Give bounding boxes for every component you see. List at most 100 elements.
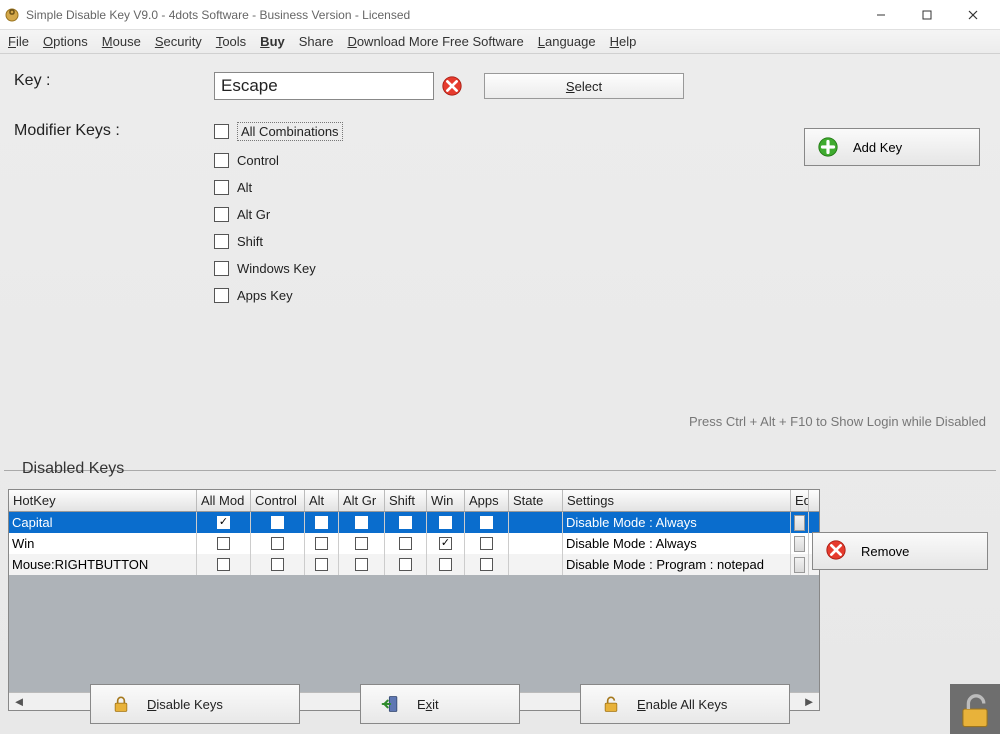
menu-options[interactable]: Options (43, 34, 88, 49)
app-icon (4, 7, 20, 23)
row-checkbox[interactable] (439, 537, 452, 550)
table-cell (509, 512, 563, 533)
table-cell[interactable] (427, 554, 465, 575)
th-win[interactable]: Win (427, 490, 465, 511)
row-checkbox[interactable] (355, 537, 368, 550)
key-input[interactable] (214, 72, 434, 100)
row-checkbox[interactable] (271, 558, 284, 571)
row-checkbox[interactable] (399, 537, 412, 550)
th-allmod[interactable]: All Mod (197, 490, 251, 511)
table-cell[interactable] (251, 512, 305, 533)
th-hotkey[interactable]: HotKey (9, 490, 197, 511)
row-checkbox[interactable] (480, 558, 493, 571)
th-control[interactable]: Control (251, 490, 305, 511)
table-cell[interactable] (305, 512, 339, 533)
table-cell[interactable] (791, 554, 809, 575)
table-cell[interactable] (305, 554, 339, 575)
mod-all-combinations[interactable]: All Combinations (214, 122, 343, 141)
table-cell[interactable] (197, 554, 251, 575)
table-cell[interactable] (385, 554, 427, 575)
mod-alt[interactable]: Alt (214, 180, 343, 195)
row-checkbox[interactable] (315, 558, 328, 571)
table-cell[interactable] (791, 512, 809, 533)
mod-control[interactable]: Control (214, 153, 343, 168)
table-cell[interactable] (251, 554, 305, 575)
table-cell[interactable] (465, 512, 509, 533)
th-altgr[interactable]: Alt Gr (339, 490, 385, 511)
table-cell[interactable] (251, 533, 305, 554)
table-cell[interactable] (339, 533, 385, 554)
table-row[interactable]: WinDisable Mode : Always (9, 533, 819, 554)
th-settings[interactable]: Settings (563, 490, 791, 511)
row-checkbox[interactable] (271, 516, 284, 529)
menu-language[interactable]: Language (538, 34, 596, 49)
th-edit[interactable]: Ed (791, 490, 809, 511)
table-cell (509, 554, 563, 575)
menu-tools[interactable]: Tools (216, 34, 246, 49)
menu-file[interactable]: File (8, 34, 29, 49)
table-cell[interactable] (197, 512, 251, 533)
add-key-button[interactable]: Add Key (804, 128, 980, 166)
menu-mouse[interactable]: Mouse (102, 34, 141, 49)
mod-apps[interactable]: Apps Key (214, 288, 343, 303)
row-checkbox[interactable] (217, 537, 230, 550)
mod-windows[interactable]: Windows Key (214, 261, 343, 276)
table-cell[interactable] (465, 554, 509, 575)
select-key-button[interactable]: Select (484, 73, 684, 99)
row-checkbox[interactable] (355, 516, 368, 529)
table-cell[interactable] (339, 512, 385, 533)
row-checkbox[interactable] (399, 516, 412, 529)
row-checkbox[interactable] (480, 516, 493, 529)
remove-button[interactable]: Remove (812, 532, 988, 570)
menu-download[interactable]: Download More Free Software (347, 34, 523, 49)
menu-share[interactable]: Share (299, 34, 334, 49)
row-checkbox[interactable] (399, 558, 412, 571)
table-cell[interactable] (427, 533, 465, 554)
row-checkbox[interactable] (439, 558, 452, 571)
table-cell: Disable Mode : Always (563, 512, 791, 533)
th-state[interactable]: State (509, 490, 563, 511)
row-checkbox[interactable] (480, 537, 493, 550)
titlebar: Simple Disable Key V9.0 - 4dots Software… (0, 0, 1000, 30)
disable-keys-button[interactable]: Disable Keys (90, 684, 300, 724)
mod-altgr[interactable]: Alt Gr (214, 207, 343, 222)
table-cell: Disable Mode : Program : notepad (563, 554, 791, 575)
row-checkbox[interactable] (217, 558, 230, 571)
edit-row-button[interactable] (794, 515, 805, 531)
th-shift[interactable]: Shift (385, 490, 427, 511)
row-checkbox[interactable] (439, 516, 452, 529)
edit-row-button[interactable] (794, 536, 805, 552)
minimize-button[interactable] (858, 0, 904, 30)
th-apps[interactable]: Apps (465, 490, 509, 511)
row-checkbox[interactable] (315, 516, 328, 529)
row-checkbox[interactable] (271, 537, 284, 550)
mod-shift[interactable]: Shift (214, 234, 343, 249)
plus-icon (817, 136, 839, 158)
exit-button[interactable]: Exit (360, 684, 520, 724)
table-cell[interactable] (339, 554, 385, 575)
close-button[interactable] (950, 0, 996, 30)
row-checkbox[interactable] (355, 558, 368, 571)
table-cell[interactable] (385, 533, 427, 554)
table-cell[interactable] (385, 512, 427, 533)
table-cell[interactable] (465, 533, 509, 554)
table-cell[interactable] (305, 533, 339, 554)
table-row[interactable]: Mouse:RIGHTBUTTONDisable Mode : Program … (9, 554, 819, 575)
row-checkbox[interactable] (315, 537, 328, 550)
row-checkbox[interactable] (217, 516, 230, 529)
table-cell (509, 533, 563, 554)
th-alt[interactable]: Alt (305, 490, 339, 511)
menu-buy[interactable]: Buy (260, 34, 285, 49)
window-title: Simple Disable Key V9.0 - 4dots Software… (26, 8, 410, 22)
clear-key-button[interactable] (440, 74, 464, 98)
menu-help[interactable]: Help (610, 34, 637, 49)
lock-open-icon (601, 694, 621, 714)
edit-row-button[interactable] (794, 557, 805, 573)
table-cell[interactable] (427, 512, 465, 533)
table-row[interactable]: CapitalDisable Mode : Always (9, 512, 819, 533)
maximize-button[interactable] (904, 0, 950, 30)
enable-all-keys-button[interactable]: Enable All Keys (580, 684, 790, 724)
table-cell[interactable] (791, 533, 809, 554)
menu-security[interactable]: Security (155, 34, 202, 49)
table-cell[interactable] (197, 533, 251, 554)
